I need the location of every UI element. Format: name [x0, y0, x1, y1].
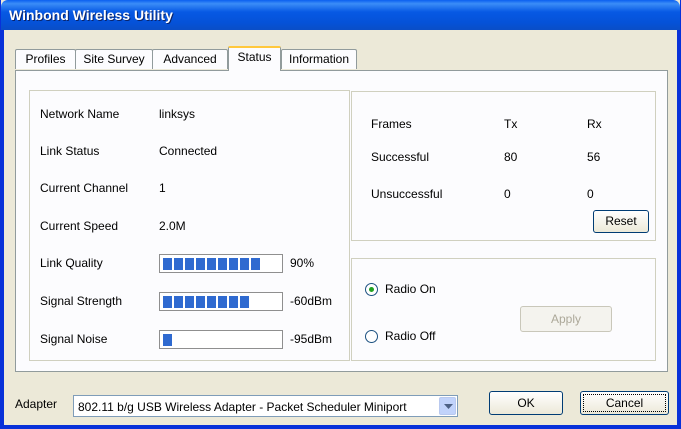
signal-bar-segment — [185, 258, 194, 270]
ok-button[interactable]: OK — [489, 391, 563, 415]
signal-bar-segment — [218, 296, 227, 308]
unsuccessful-rx-value: 0 — [587, 187, 594, 201]
signal-noise-bar — [159, 330, 283, 349]
signal-bar-segment — [251, 258, 260, 270]
radio-on-label[interactable]: Radio On — [385, 282, 436, 296]
link-quality-label: Link Quality — [40, 256, 103, 270]
network-name-label: Network Name — [40, 107, 120, 121]
cancel-button[interactable]: Cancel — [580, 391, 669, 415]
tab-profiles[interactable]: Profiles — [15, 49, 76, 69]
successful-rx-value: 56 — [587, 150, 601, 164]
signal-bar-segment — [174, 258, 183, 270]
tx-header: Tx — [504, 117, 518, 131]
signal-bar-segment — [163, 258, 172, 270]
successful-tx-value: 80 — [504, 150, 518, 164]
window-title: Winbond Wireless Utility — [9, 7, 173, 23]
title-bar[interactable]: Winbond Wireless Utility — [1, 0, 680, 30]
unsuccessful-tx-value: 0 — [504, 187, 511, 201]
link-quality-value: 90% — [290, 256, 315, 270]
signal-bar-segment — [207, 296, 216, 308]
window-frame-right — [677, 30, 680, 426]
rx-header: Rx — [587, 117, 602, 131]
reset-button[interactable]: Reset — [593, 210, 649, 233]
signal-bar-segment — [174, 296, 183, 308]
current-channel-value: 1 — [159, 181, 166, 195]
apply-button[interactable]: Apply — [520, 306, 612, 332]
signal-noise-value: -95dBm — [290, 332, 333, 346]
signal-bar-segment — [163, 296, 172, 308]
window-frame-left — [1, 30, 4, 426]
radio-off-button[interactable] — [365, 330, 378, 343]
frames-header: Frames — [371, 117, 412, 131]
unsuccessful-label: Unsuccessful — [371, 187, 443, 201]
signal-noise-label: Signal Noise — [40, 332, 108, 346]
signal-bar-segment — [163, 334, 172, 346]
tab-status[interactable]: Status — [228, 46, 281, 71]
radio-off-label[interactable]: Radio Off — [385, 329, 435, 343]
window-frame-bottom — [1, 425, 681, 428]
current-speed-label: Current Speed — [40, 219, 119, 233]
status-group: Network Name linksys Link Status Connect… — [29, 90, 350, 361]
signal-strength-bar — [159, 292, 283, 311]
successful-label: Successful — [371, 150, 430, 164]
tab-advanced[interactable]: Advanced — [152, 49, 228, 69]
signal-bar-segment — [196, 258, 205, 270]
current-speed-value: 2.0M — [159, 219, 186, 233]
frames-group: Frames Tx Rx Successful 80 56 Unsuccessf… — [351, 91, 656, 241]
signal-bar-segment — [229, 296, 238, 308]
tab-site-survey[interactable]: Site Survey — [75, 49, 153, 69]
network-name-value: linksys — [159, 107, 196, 121]
signal-bar-segment — [240, 258, 249, 270]
dialog-window: Winbond Wireless Utility Profiles Site S… — [0, 0, 681, 429]
adapter-select-value: 802.11 b/g USB Wireless Adapter - Packet… — [78, 400, 407, 414]
signal-bar-segment — [229, 258, 238, 270]
radio-on-selected-dot — [369, 287, 374, 292]
chevron-down-icon[interactable] — [439, 397, 456, 415]
signal-strength-value: -60dBm — [290, 294, 333, 308]
signal-bar-segment — [218, 258, 227, 270]
radio-group: Radio On Radio Off Apply — [351, 258, 656, 361]
current-channel-label: Current Channel — [40, 181, 129, 195]
status-tab-panel: Network Name linksys Link Status Connect… — [15, 70, 668, 372]
signal-bar-segment — [185, 296, 194, 308]
link-quality-bar — [159, 254, 283, 273]
link-status-value: Connected — [159, 144, 218, 158]
adapter-label: Adapter — [15, 397, 58, 411]
link-status-label: Link Status — [40, 144, 100, 158]
signal-bar-segment — [196, 296, 205, 308]
radio-on-button[interactable] — [365, 283, 378, 296]
adapter-select[interactable]: 802.11 b/g USB Wireless Adapter - Packet… — [73, 395, 458, 417]
signal-bar-segment — [240, 296, 249, 308]
signal-bar-segment — [207, 258, 216, 270]
tab-information[interactable]: Information — [281, 49, 357, 69]
signal-strength-label: Signal Strength — [40, 294, 123, 308]
